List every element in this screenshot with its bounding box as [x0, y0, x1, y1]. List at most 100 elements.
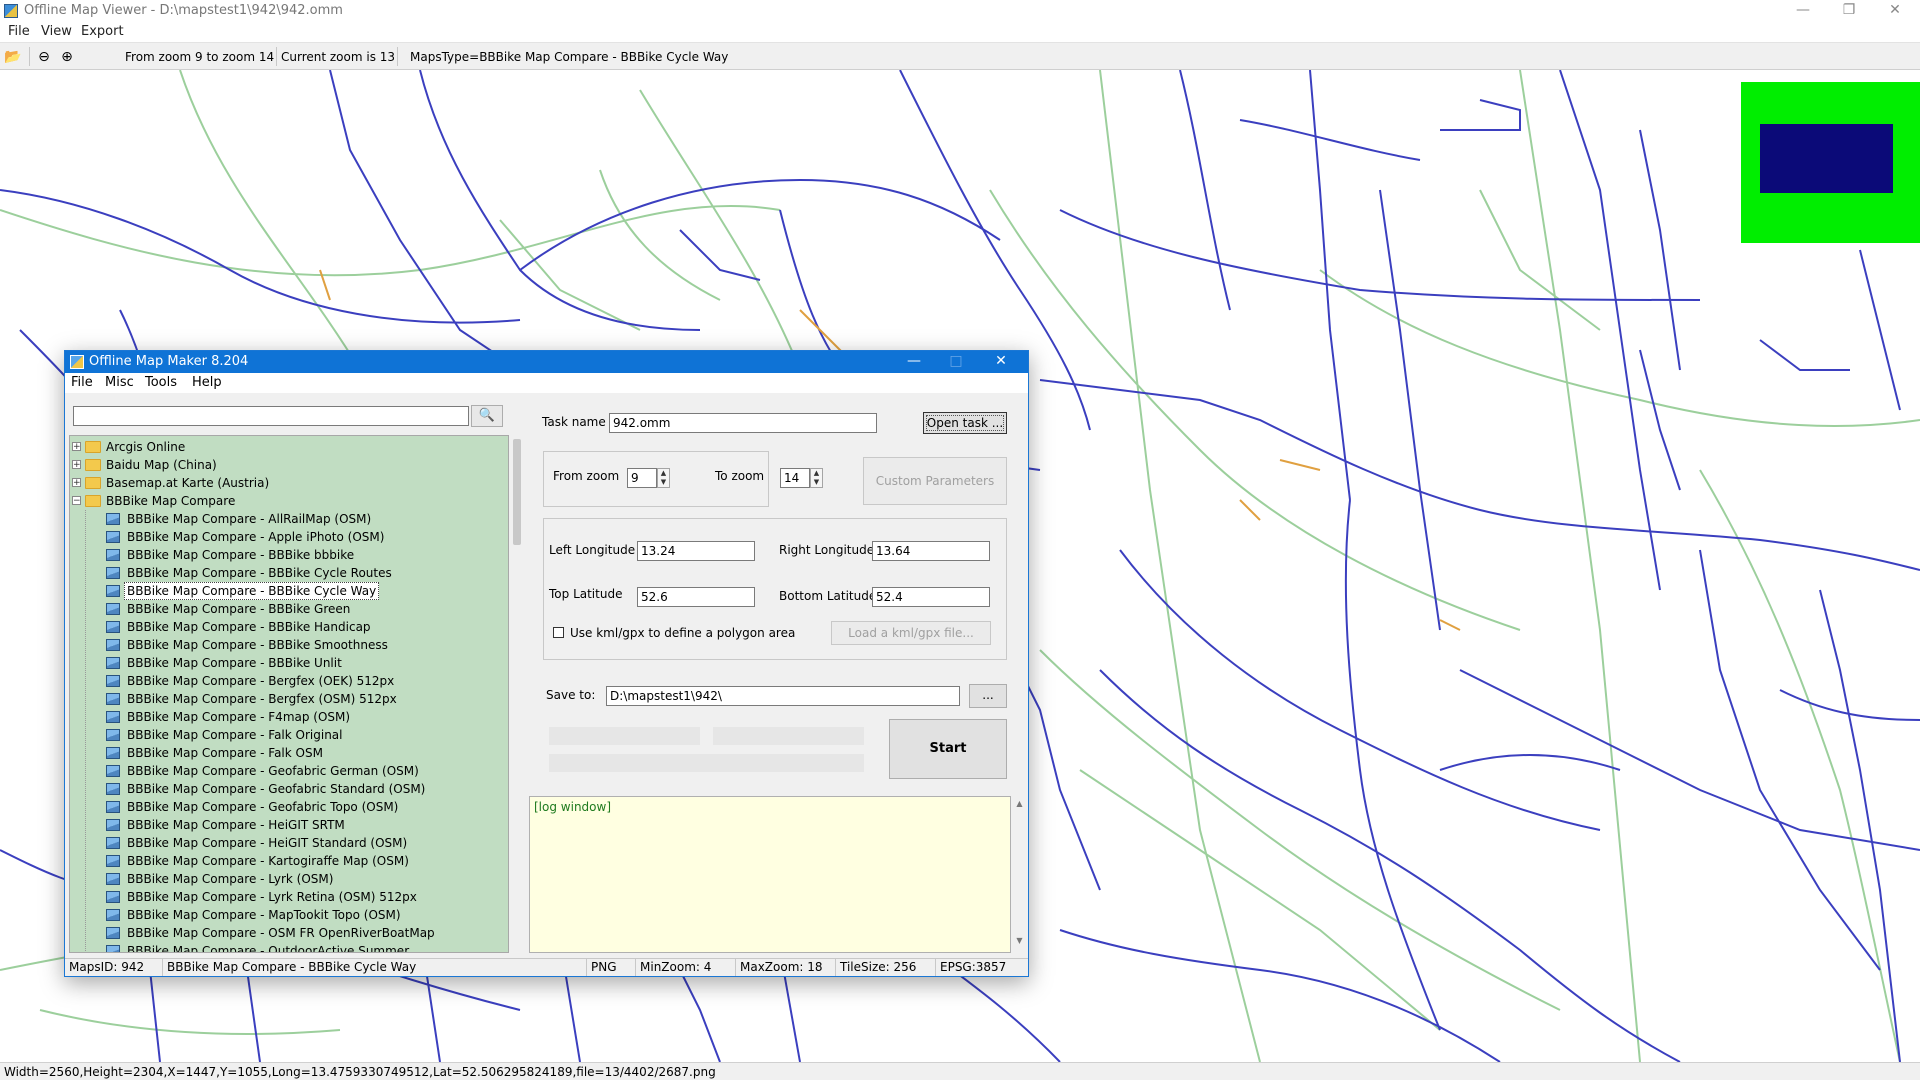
left-longitude-input[interactable]: 13.24 — [637, 541, 755, 561]
menu-export[interactable]: Export — [81, 24, 124, 39]
collapse-toggle-icon[interactable]: − — [72, 496, 81, 506]
tree-item-label: BBBike Map Compare - BBBike bbbike — [127, 548, 355, 562]
tree-item[interactable]: BBBike Map Compare - OSM FR OpenRiverBoa… — [70, 924, 500, 942]
browse-button[interactable]: ... — [969, 684, 1007, 708]
from-zoom-input[interactable]: 9 — [627, 468, 657, 488]
map-layer-icon — [106, 927, 120, 939]
open-folder-icon[interactable]: 📂 — [4, 48, 22, 66]
tree-folder[interactable]: − BBBike Map Compare — [70, 492, 500, 510]
down-arrow-icon[interactable]: ▼ — [658, 478, 669, 487]
coordinates-status: Width=2560,Height=2304,X=1447,Y=1055,Lon… — [4, 1065, 716, 1079]
map-maker-dialog: Offline Map Maker 8.204 — □ ✕ File Misc … — [64, 350, 1029, 977]
dialog-menu-misc[interactable]: Misc — [105, 375, 134, 390]
scroll-down-icon[interactable]: ▼ — [1011, 936, 1028, 945]
dialog-titlebar: Offline Map Maker 8.204 — □ ✕ — [65, 351, 1028, 373]
map-layer-icon — [106, 783, 120, 795]
tree-item-label: BBBike Map Compare - BBBike Cycle Routes — [127, 566, 392, 580]
expand-toggle-icon[interactable]: + — [72, 478, 81, 488]
search-button[interactable]: 🔍 — [471, 405, 503, 427]
tree-item[interactable]: BBBike Map Compare - Bergfex (OEK) 512px — [70, 672, 500, 690]
tree-item[interactable]: BBBike Map Compare - MapTookit Topo (OSM… — [70, 906, 500, 924]
dialog-menu-help[interactable]: Help — [192, 375, 222, 390]
menu-view[interactable]: View — [41, 24, 72, 39]
tree-item[interactable]: BBBike Map Compare - BBBike Smoothness — [70, 636, 500, 654]
tree-item[interactable]: BBBike Map Compare - Geofabric German (O… — [70, 762, 500, 780]
log-window[interactable]: [log window] — [529, 796, 1011, 953]
zoom-out-icon[interactable]: ⊖ — [35, 48, 53, 66]
log-scrollbar[interactable]: ▲ ▼ — [1011, 796, 1028, 953]
tree-item[interactable]: BBBike Map Compare - BBBike Green — [70, 600, 500, 618]
tree-folder[interactable]: + Basemap.at Karte (Austria) — [70, 474, 500, 492]
tree-item[interactable]: BBBike Map Compare - HeiGIT Standard (OS… — [70, 834, 500, 852]
dialog-close-button[interactable]: ✕ — [980, 351, 1022, 373]
toolbar-separator — [276, 47, 277, 66]
dialog-menu-file[interactable]: File — [71, 375, 93, 390]
dialog-minimize-button[interactable]: — — [893, 351, 935, 373]
tree-item-label: BBBike Map Compare - Bergfex (OSM) 512px — [127, 692, 397, 706]
tree-item[interactable]: BBBike Map Compare - BBBike Cycle Routes — [70, 564, 500, 582]
minimap-viewport[interactable] — [1760, 124, 1893, 193]
tree-folder-label: Basemap.at Karte (Austria) — [106, 476, 270, 490]
to-zoom-spinner[interactable]: ▲ ▼ — [810, 468, 823, 488]
tree-item[interactable]: BBBike Map Compare - F4map (OSM) — [70, 708, 500, 726]
tree-scrollbar[interactable] — [509, 435, 526, 953]
tree-item-label: BBBike Map Compare - Lyrk Retina (OSM) 5… — [127, 890, 417, 904]
tree-item[interactable]: BBBike Map Compare - Falk OSM — [70, 744, 500, 762]
restore-button[interactable]: ❐ — [1826, 0, 1872, 22]
tree-item[interactable]: BBBike Map Compare - Geofabric Topo (OSM… — [70, 798, 500, 816]
dialog-maximize-button[interactable]: □ — [935, 351, 977, 373]
tree-item-label: BBBike Map Compare - Geofabric Standard … — [127, 782, 426, 796]
kml-checkbox[interactable] — [553, 627, 564, 638]
expand-toggle-icon[interactable]: + — [72, 460, 81, 470]
open-task-button[interactable]: Open task ... — [923, 412, 1007, 434]
dialog-menu-tools[interactable]: Tools — [145, 375, 177, 390]
map-source-tree[interactable]: + Arcgis Online + Baidu Map (China) + Basemap… — [69, 435, 509, 953]
status-maps-id: MapsID: 942 — [65, 959, 163, 976]
bottom-latitude-input[interactable]: 52.4 — [872, 587, 990, 607]
close-button[interactable]: ✕ — [1872, 0, 1918, 22]
custom-parameters-button[interactable]: Custom Parameters — [863, 457, 1007, 505]
top-latitude-input[interactable]: 52.6 — [637, 587, 755, 607]
tree-item[interactable]: BBBike Map Compare - AllRailMap (OSM) — [70, 510, 500, 528]
tree-item[interactable]: BBBike Map Compare - BBBike bbbike — [70, 546, 500, 564]
tree-item[interactable]: BBBike Map Compare - OutdoorActive Summe… — [70, 942, 500, 952]
toolbar-separator — [29, 47, 30, 66]
load-kml-button[interactable]: Load a kml/gpx file... — [831, 621, 991, 645]
map-search-input[interactable] — [73, 406, 469, 426]
right-longitude-input[interactable]: 13.64 — [872, 541, 990, 561]
tree-item[interactable]: BBBike Map Compare - BBBike Handicap — [70, 618, 500, 636]
tree-item-label: BBBike Map Compare - BBBike Handicap — [127, 620, 371, 634]
overview-minimap[interactable] — [1741, 82, 1920, 243]
menu-file[interactable]: File — [8, 24, 30, 39]
tree-item[interactable]: BBBike Map Compare - Lyrk Retina (OSM) 5… — [70, 888, 500, 906]
up-arrow-icon[interactable]: ▲ — [811, 469, 822, 478]
tree-item[interactable]: BBBike Map Compare - Lyrk (OSM) — [70, 870, 500, 888]
tree-item[interactable]: BBBike Map Compare - Apple iPhoto (OSM) — [70, 528, 500, 546]
top-latitude-label: Top Latitude — [549, 587, 623, 601]
save-to-input[interactable]: D:\mapstest1\942\ — [606, 686, 960, 706]
tree-folder[interactable]: + Arcgis Online — [70, 438, 500, 456]
viewer-statusbar: Width=2560,Height=2304,X=1447,Y=1055,Lon… — [0, 1062, 1920, 1080]
minimize-button[interactable]: — — [1780, 0, 1826, 22]
scroll-up-icon[interactable]: ▲ — [1011, 799, 1028, 808]
kml-checkbox-label[interactable]: Use kml/gpx to define a polygon area — [570, 626, 795, 640]
start-button[interactable]: Start — [889, 719, 1007, 779]
tree-item[interactable]: BBBike Map Compare - Falk Original — [70, 726, 500, 744]
tree-scrollbar-thumb[interactable] — [513, 439, 521, 545]
up-arrow-icon[interactable]: ▲ — [658, 469, 669, 478]
tree-item[interactable]: BBBike Map Compare - BBBike Cycle Way — [70, 582, 500, 600]
to-zoom-input[interactable]: 14 — [780, 468, 810, 488]
tree-item[interactable]: BBBike Map Compare - BBBike Unlit — [70, 654, 500, 672]
tree-item[interactable]: BBBike Map Compare - Geofabric Standard … — [70, 780, 500, 798]
tree-folder-label: BBBike Map Compare — [106, 494, 236, 508]
expand-toggle-icon[interactable]: + — [72, 442, 81, 452]
tree-item[interactable]: BBBike Map Compare - Kartogiraffe Map (O… — [70, 852, 500, 870]
down-arrow-icon[interactable]: ▼ — [811, 478, 822, 487]
from-zoom-spinner[interactable]: ▲ ▼ — [657, 468, 670, 488]
tree-item[interactable]: BBBike Map Compare - Bergfex (OSM) 512px — [70, 690, 500, 708]
tree-folder[interactable]: + Baidu Map (China) — [70, 456, 500, 474]
folder-icon — [85, 477, 101, 489]
task-name-input[interactable]: 942.omm — [609, 413, 877, 433]
tree-item[interactable]: BBBike Map Compare - HeiGIT SRTM — [70, 816, 500, 834]
zoom-in-icon[interactable]: ⊕ — [58, 48, 76, 66]
